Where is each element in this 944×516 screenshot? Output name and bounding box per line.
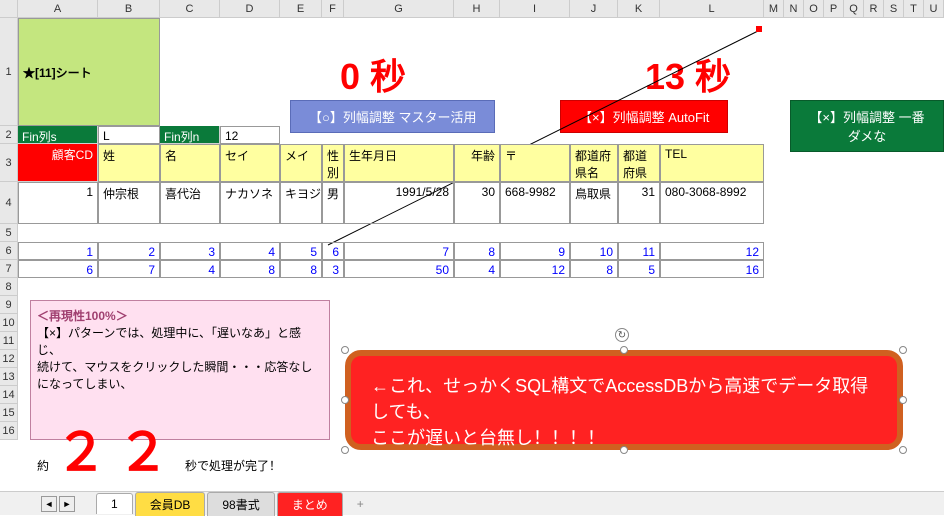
resize-handle[interactable] xyxy=(620,446,628,454)
cell[interactable]: 10 xyxy=(570,242,618,260)
cell[interactable]: 7 xyxy=(344,242,454,260)
tab-summary[interactable]: まとめ xyxy=(277,492,343,516)
data-cell[interactable]: 仲宗根 xyxy=(98,182,160,224)
cell[interactable]: 1 xyxy=(18,242,98,260)
hdr-customer-cd[interactable]: 顧客CD xyxy=(18,144,98,182)
cell[interactable]: 12 xyxy=(500,260,570,278)
tab-98format[interactable]: 98書式 xyxy=(207,492,274,516)
data-cell[interactable]: 31 xyxy=(618,182,660,224)
tab-member-db[interactable]: 会員DB xyxy=(135,492,206,516)
cell[interactable]: 3 xyxy=(322,260,344,278)
cell[interactable]: 8 xyxy=(570,260,618,278)
cell[interactable]: 11 xyxy=(618,242,660,260)
btn-colwidth-autofit[interactable]: 【×】列幅調整 AutoFit xyxy=(560,100,728,133)
cell[interactable]: 3 xyxy=(160,242,220,260)
row-headers[interactable]: 1 2 3 4 5 6 7 8 9 10 11 12 13 14 15 16 xyxy=(0,18,18,440)
data-cell[interactable]: キヨジ xyxy=(280,182,322,224)
btn-colwidth-master[interactable]: 【○】列幅調整 マスター活用 xyxy=(290,100,495,133)
hdr-tel[interactable]: TEL xyxy=(660,144,764,182)
column-headers[interactable]: A B C D E F G H I J K L M N O P Q R S T … xyxy=(0,0,944,18)
cell[interactable]: 12 xyxy=(660,242,764,260)
tab-scroll-right-icon[interactable]: ► xyxy=(59,496,75,512)
data-cell[interactable]: 1 xyxy=(18,182,98,224)
cell[interactable]: 8 xyxy=(220,260,280,278)
hdr-gender[interactable]: 性別 xyxy=(322,144,344,182)
cell[interactable]: 9 xyxy=(500,242,570,260)
resize-handle[interactable] xyxy=(341,396,349,404)
cell-fin-col-n[interactable]: Fin列n xyxy=(160,126,220,144)
cell[interactable]: 5 xyxy=(280,242,322,260)
cell[interactable]: L xyxy=(98,126,160,144)
hdr-lastname[interactable]: 姓 xyxy=(98,144,160,182)
data-cell[interactable]: 喜代治 xyxy=(160,182,220,224)
resize-handle[interactable] xyxy=(341,346,349,354)
cell[interactable]: 8 xyxy=(454,242,500,260)
cell[interactable]: 5 xyxy=(618,260,660,278)
cell[interactable]: 16 xyxy=(660,260,764,278)
hdr-pref-cd[interactable]: 都道府県CD xyxy=(618,144,660,182)
hdr-mei[interactable]: メイ xyxy=(280,144,322,182)
data-cell[interactable]: 30 xyxy=(454,182,500,224)
cell[interactable]: 7 xyxy=(98,260,160,278)
resize-handle[interactable] xyxy=(899,346,907,354)
cell[interactable]: 4 xyxy=(454,260,500,278)
pink-note-box: ＜再現性100%＞ 【×】パターンでは、処理中に、「遅いなあ」と感じ、 続けて、… xyxy=(30,300,330,440)
btn-colwidth-worst[interactable]: 【×】列幅調整 一番ダメな xyxy=(790,100,944,152)
resize-handle[interactable] xyxy=(899,396,907,404)
cell[interactable]: 4 xyxy=(220,242,280,260)
cell[interactable]: 6 xyxy=(18,260,98,278)
data-cell[interactable]: 668-9982 xyxy=(500,182,570,224)
hdr-firstname[interactable]: 名 xyxy=(160,144,220,182)
sheet-title-cell[interactable]: ★[11]シート xyxy=(18,18,160,126)
resize-handle[interactable] xyxy=(620,346,628,354)
cell[interactable]: 4 xyxy=(160,260,220,278)
cell[interactable]: 8 xyxy=(280,260,322,278)
callout-box[interactable]: ←これ、せっかくSQL構文でAccessDBから高速でデータ取得しても、 ここが… xyxy=(345,350,903,450)
timer-0sec: 0 秒 xyxy=(340,48,406,100)
hdr-postal[interactable]: 〒 xyxy=(500,144,570,182)
hdr-sei[interactable]: セイ xyxy=(220,144,280,182)
cell[interactable]: 6 xyxy=(322,242,344,260)
cell[interactable]: 12 xyxy=(220,126,280,144)
rotate-handle-icon[interactable]: ↻ xyxy=(615,328,629,342)
data-cell[interactable]: 1991/5/28 xyxy=(344,182,454,224)
cell[interactable]: 2 xyxy=(98,242,160,260)
hdr-age[interactable]: 年齢 xyxy=(454,144,500,182)
data-cell[interactable]: 鳥取県 xyxy=(570,182,618,224)
hdr-birthdate[interactable]: 生年月日 xyxy=(344,144,454,182)
new-sheet-icon[interactable]: + xyxy=(345,497,376,511)
sheet-tabs: ◄ ► 1 会員DB 98書式 まとめ + xyxy=(0,491,944,515)
tab-scroll-left-icon[interactable]: ◄ xyxy=(41,496,57,512)
tab-1[interactable]: 1 xyxy=(96,493,133,514)
data-cell[interactable]: ナカソネ xyxy=(220,182,280,224)
timer-13sec: 13 秒 xyxy=(645,48,731,100)
data-cell[interactable]: 080-3068-8992 xyxy=(660,182,764,224)
data-cell[interactable]: 男 xyxy=(322,182,344,224)
cell-fin-col-s[interactable]: Fin列s xyxy=(18,126,98,144)
resize-handle[interactable] xyxy=(341,446,349,454)
cell[interactable]: 50 xyxy=(344,260,454,278)
resize-handle[interactable] xyxy=(899,446,907,454)
hdr-pref-name[interactable]: 都道府県名 xyxy=(570,144,618,182)
